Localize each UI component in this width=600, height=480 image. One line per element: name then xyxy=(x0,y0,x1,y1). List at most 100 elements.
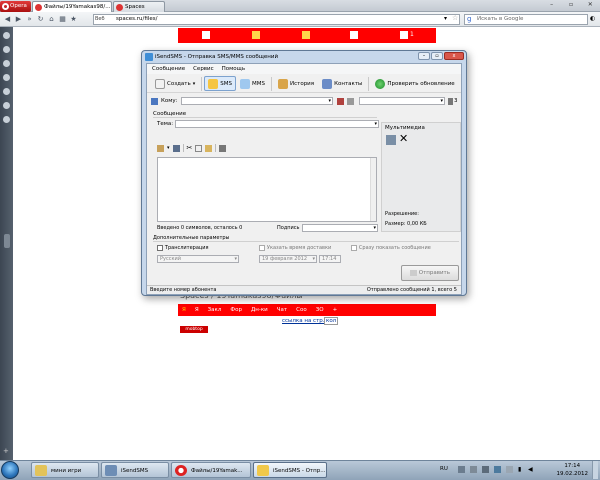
menu-message[interactable]: Сообщение xyxy=(152,64,185,74)
bookmarks-icon[interactable]: ★ xyxy=(69,15,78,24)
page-menu-item[interactable]: Фор xyxy=(230,304,242,316)
notes-panel-icon[interactable] xyxy=(3,74,10,81)
address-bar: ◀ ▶ » ↻ ⌂ ▦ ★ spaces.ru/files/ Веб ▾ ☆ g… xyxy=(0,12,600,27)
history-panel-icon[interactable] xyxy=(3,102,10,109)
menu-service[interactable]: Сервис xyxy=(193,64,214,74)
remove-image-icon[interactable]: ✕ xyxy=(399,133,408,145)
links-panel-icon[interactable] xyxy=(3,116,10,123)
tab-spaces[interactable]: Spaces xyxy=(113,1,165,12)
save-icon[interactable] xyxy=(172,144,180,152)
dialog-maximize-button[interactable]: ▫ xyxy=(431,52,443,60)
user-icon[interactable] xyxy=(252,31,260,39)
maximize-button[interactable]: ▫ xyxy=(561,0,580,10)
files-icon[interactable] xyxy=(350,31,358,39)
back-button[interactable]: ◀ xyxy=(3,15,12,24)
tray-app-icon[interactable] xyxy=(506,466,513,473)
fast-forward-button[interactable]: » xyxy=(25,15,34,24)
subject-input[interactable]: ▾ xyxy=(175,120,379,128)
insert-image-icon[interactable] xyxy=(386,135,396,145)
language-select[interactable]: Русский ▾ xyxy=(157,255,239,263)
bookmarks-panel-icon[interactable] xyxy=(3,32,10,39)
page-menu-item[interactable]: Я xyxy=(195,304,199,316)
language-indicator[interactable]: RU xyxy=(440,466,448,472)
page-menu-item[interactable]: + xyxy=(333,304,338,316)
unite-panel-icon[interactable] xyxy=(3,60,10,67)
template-icon[interactable] xyxy=(157,144,164,152)
reload-button[interactable]: ↻ xyxy=(36,15,45,24)
taskbar-item-opera[interactable]: Файлы/19Yamak... xyxy=(171,462,251,478)
chevron-down-icon[interactable]: ▾ xyxy=(167,145,170,151)
history-button[interactable]: История xyxy=(274,76,318,91)
calculator-icon[interactable] xyxy=(219,144,227,152)
dialog-close-button[interactable]: x xyxy=(444,52,464,60)
signature-select[interactable]: ▾ xyxy=(302,224,378,232)
mobtop-badge[interactable]: mobtop xyxy=(180,326,208,333)
tray-app-icon[interactable] xyxy=(470,466,477,473)
page-link-short[interactable]: кол xyxy=(324,317,339,325)
page-menu-item[interactable]: Чат xyxy=(277,304,287,316)
page-menu-item[interactable]: Соо xyxy=(296,304,307,316)
forward-button[interactable]: ▶ xyxy=(14,15,23,24)
sms-button[interactable]: SMS xyxy=(204,76,236,91)
delivery-time-input[interactable]: 17:14 xyxy=(319,255,341,263)
page-menu-item[interactable]: Закл xyxy=(208,304,222,316)
home-icon[interactable] xyxy=(202,31,210,39)
page-menu-item[interactable]: Дн-ки xyxy=(251,304,268,316)
mail-icon[interactable] xyxy=(302,31,310,39)
start-button[interactable] xyxy=(1,461,19,479)
system-clock[interactable]: 17:14 19.02.2012 xyxy=(557,462,589,478)
close-window-button[interactable]: ✕ xyxy=(581,0,600,10)
downloads-panel-icon[interactable] xyxy=(3,88,10,95)
speed-dial-icon[interactable]: ▦ xyxy=(58,15,67,24)
page-menu-item[interactable]: ЗО xyxy=(316,304,324,316)
dialog-minimize-button[interactable]: – xyxy=(418,52,430,60)
contact-book-icon[interactable] xyxy=(151,98,158,105)
network-icon[interactable]: ▮ xyxy=(518,466,521,473)
create-button[interactable]: Создать ▾ xyxy=(151,76,199,91)
clear-recipients-icon[interactable] xyxy=(347,98,354,105)
check-update-button[interactable]: Проверить обновление xyxy=(371,76,458,91)
tray-app-icon[interactable] xyxy=(458,466,465,473)
operator-select[interactable]: ▾ xyxy=(359,97,445,105)
paste-icon[interactable] xyxy=(205,144,213,152)
message-textarea[interactable] xyxy=(157,157,377,222)
url-input[interactable]: spaces.ru/files/ xyxy=(93,14,460,25)
translit-checkbox[interactable]: Транслитерация xyxy=(157,244,209,251)
url-dropdown-icon[interactable]: ▾ xyxy=(444,15,447,22)
show-immediately-checkbox[interactable]: Сразу показать сообщение xyxy=(351,244,431,251)
tab-files[interactable]: Файлы/19Yamakas98/... xyxy=(32,1,112,12)
home-button[interactable]: ⌂ xyxy=(47,15,56,24)
cut-icon[interactable]: ✂ xyxy=(187,144,193,152)
minimize-button[interactable]: – xyxy=(542,0,561,10)
tray-app-icon[interactable] xyxy=(494,466,501,473)
add-panel-icon[interactable]: + xyxy=(3,447,9,455)
search-input[interactable]: g Искать в Google xyxy=(464,14,588,25)
show-desktop-button[interactable] xyxy=(592,461,598,479)
menu-help[interactable]: Помощь xyxy=(222,64,245,74)
volume-icon[interactable]: ◀ xyxy=(528,466,533,473)
opera-menu-button[interactable]: Opera xyxy=(0,1,31,12)
send-button[interactable]: Отправить xyxy=(401,265,459,281)
taskbar-item-games[interactable]: мини игри xyxy=(31,462,99,478)
contacts-button[interactable]: Контакты xyxy=(318,76,366,91)
tray-app-icon[interactable] xyxy=(482,466,489,473)
messages-icon[interactable] xyxy=(400,31,408,39)
widgets-panel-icon[interactable] xyxy=(3,46,10,53)
copy-icon[interactable] xyxy=(195,144,203,152)
checkbox-box xyxy=(351,244,357,251)
notification-count: 1 xyxy=(410,31,414,38)
recipient-input[interactable]: ▾ xyxy=(181,97,333,105)
taskbar-item-isendsms-window[interactable]: iSendSMS - Отпр... xyxy=(253,462,327,478)
window-controls: – ▫ ✕ xyxy=(542,0,600,10)
sidebar-handle[interactable] xyxy=(4,234,10,248)
taskbar-item-isendsms[interactable]: iSendSMS xyxy=(101,462,169,478)
delivery-time-checkbox[interactable]: Указать время доставки xyxy=(259,244,331,251)
delivery-date-picker[interactable]: 19 февраля 2012 ▾ xyxy=(259,255,317,263)
mms-button[interactable]: MMS xyxy=(236,76,269,91)
add-group-icon[interactable] xyxy=(337,98,344,105)
message-scrollbar[interactable] xyxy=(370,158,376,221)
search-settings-icon[interactable]: ◐ xyxy=(590,15,595,22)
page-link[interactable]: ссылка на стр. xyxy=(282,318,325,324)
page-menu-item[interactable]: Я xyxy=(182,304,186,316)
bookmark-star-icon[interactable]: ☆ xyxy=(452,14,458,22)
